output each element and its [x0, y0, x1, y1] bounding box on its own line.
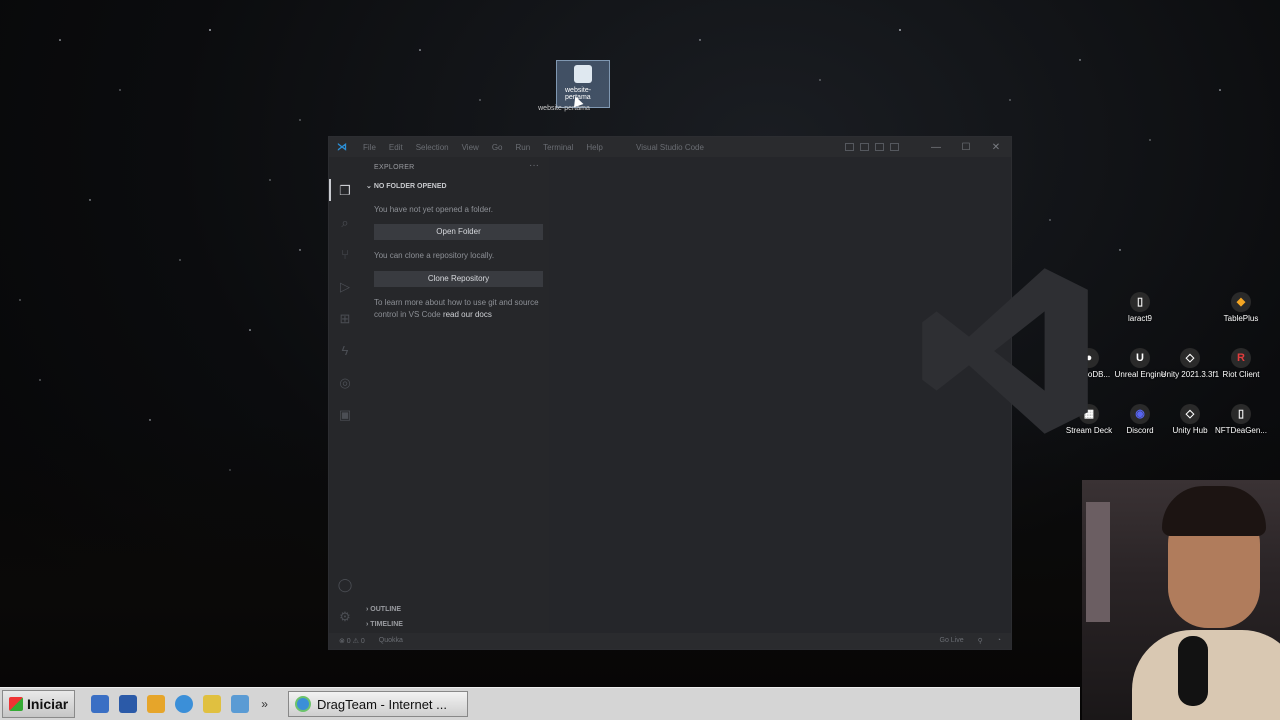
menu-view[interactable]: View [462, 143, 479, 152]
files-icon[interactable] [203, 695, 222, 713]
folder-icon [574, 65, 592, 83]
customize-layout-icon[interactable] [890, 143, 899, 151]
menu-file[interactable]: File [363, 143, 376, 152]
network-icon[interactable] [119, 695, 138, 713]
webcam-overlay [1082, 480, 1280, 720]
person-hair [1162, 486, 1266, 536]
acoustic-panel [1086, 502, 1110, 622]
activity-bar: ❐ ⌕ ⑂ ▷ ⊞ ϟ ◎ ▣ ◯ ⚙ [329, 157, 360, 633]
app-icon: ◉ [1130, 404, 1150, 424]
no-folder-section[interactable]: ⌄ NO FOLDER OPENED [366, 182, 447, 190]
explorer-header: EXPLORER [374, 164, 415, 171]
desktop-icon[interactable]: R Riot Client [1211, 348, 1271, 380]
internet-explorer-icon [294, 696, 311, 712]
active-indicator [329, 179, 331, 201]
desktop-icon[interactable]: ◆ TablePlus [1211, 292, 1271, 324]
menu-help[interactable]: Help [586, 143, 602, 152]
extensions-icon[interactable]: ⊞ [337, 311, 353, 327]
toggle-secondary-sidebar-icon[interactable] [875, 143, 884, 151]
outline-section[interactable]: › OUTLINE [366, 606, 401, 613]
minimize-button[interactable]: — [921, 142, 951, 153]
windows-logo-icon [9, 697, 23, 711]
vscode-watermark-icon [922, 268, 1088, 434]
start-label: Iniciar [27, 696, 69, 712]
app-icon: ▯ [1231, 404, 1251, 424]
feedback-icon[interactable]: ⚲ [978, 637, 983, 645]
learn-more-text: To learn more about how to use git and s… [374, 297, 544, 321]
app-icon: R [1231, 348, 1251, 368]
timeline-section[interactable]: › TIMELINE [366, 621, 403, 628]
app-icon[interactable] [231, 695, 250, 713]
no-folder-label: NO FOLDER OPENED [373, 183, 447, 190]
clone-text: You can clone a repository locally. [374, 251, 495, 260]
timeline-label: TIMELINE [370, 621, 403, 628]
menu-terminal[interactable]: Terminal [543, 143, 573, 152]
source-control-icon[interactable]: ⑂ [337, 247, 353, 263]
menu-run[interactable]: Run [515, 143, 530, 152]
show-desktop-icon[interactable] [91, 695, 110, 713]
go-live-button[interactable]: Go Live [940, 637, 964, 645]
folder-app-icon[interactable] [147, 695, 166, 713]
maximize-button[interactable]: ☐ [951, 142, 981, 153]
toggle-panel-icon[interactable] [860, 143, 869, 151]
close-button[interactable]: ✕ [981, 142, 1011, 153]
account-icon[interactable]: ◯ [337, 577, 353, 593]
run-debug-icon[interactable]: ▷ [337, 279, 353, 295]
thunder-client-icon[interactable]: ϟ [337, 343, 353, 359]
status-bar: ⊗ 0 ⚠ 0 Quokka Go Live ⚲ ◔ [329, 633, 1011, 649]
read-docs-link[interactable]: read our docs [443, 310, 492, 319]
desktop-icon[interactable]: ▯ laract9 [1110, 292, 1170, 324]
edge-icon[interactable]: ◎ [337, 375, 353, 391]
title-bar: ⋊ File Edit Selection View Go Run Termin… [329, 137, 1011, 157]
dragged-folder-icon[interactable]: website-pertama [556, 60, 610, 108]
desktop-icon-label: TablePlus [1223, 314, 1259, 323]
menu-selection[interactable]: Selection [416, 143, 449, 152]
outline-label: OUTLINE [370, 606, 402, 613]
notifications-icon[interactable]: ◔ [997, 637, 1001, 645]
chevron-right-icon[interactable]: » [261, 697, 268, 711]
chevron-right-icon: › [366, 621, 369, 628]
no-folder-text: You have not yet opened a folder. [374, 205, 493, 214]
explorer-sidebar: EXPLORER ··· ⌄ NO FOLDER OPENED You have… [360, 157, 549, 633]
app-icon: ◆ [1231, 292, 1251, 312]
vscode-window[interactable]: ⋊ File Edit Selection View Go Run Termin… [328, 136, 1088, 650]
menu-bar: File Edit Selection View Go Run Terminal… [363, 143, 603, 152]
explorer-icon[interactable]: ❐ [337, 183, 353, 199]
menu-edit[interactable]: Edit [389, 143, 403, 152]
editor-area[interactable] [549, 157, 1088, 633]
vscode-logo-icon: ⋊ [337, 141, 347, 153]
desktop-icon-label: Riot Client [1222, 370, 1260, 379]
taskbar: Iniciar » DragTeam - Internet ... [0, 687, 1080, 720]
browser-icon[interactable] [175, 695, 194, 713]
quokka-status[interactable]: Quokka [379, 637, 403, 645]
task-label: DragTeam - Internet ... [316, 696, 447, 712]
app-icon: ▯ [1130, 292, 1150, 312]
gear-icon[interactable]: ⚙ [337, 609, 353, 625]
window-controls: — ☐ ✕ [845, 137, 1011, 157]
desktop-icon[interactable]: ▯ NFTDeaGen... [1211, 404, 1271, 436]
app-icon: ◇ [1180, 348, 1200, 368]
more-actions-icon[interactable]: ··· [529, 160, 539, 171]
chevron-right-icon: › [366, 606, 369, 613]
search-icon[interactable]: ⌕ [337, 215, 353, 231]
app-icon: U [1130, 348, 1150, 368]
quick-launch [91, 695, 250, 713]
chevron-down-icon: ⌄ [366, 183, 372, 190]
menu-go[interactable]: Go [492, 143, 503, 152]
layout-controls [845, 143, 899, 151]
desktop-icon-label: NFTDeaGen... [1214, 426, 1267, 435]
clone-repository-button[interactable]: Clone Repository [374, 271, 543, 287]
microphone [1178, 636, 1208, 706]
start-button[interactable]: Iniciar [2, 690, 76, 718]
toggle-sidebar-icon[interactable] [845, 143, 854, 151]
problems-status[interactable]: ⊗ 0 ⚠ 0 [339, 637, 365, 645]
taskbar-item-internet[interactable]: DragTeam - Internet ... [287, 691, 468, 717]
app-icon: ◇ [1180, 404, 1200, 424]
drag-ghost-label: website-pertama [538, 105, 590, 112]
remote-explorer-icon[interactable]: ▣ [337, 407, 353, 423]
desktop-icon-label: laract9 [1127, 314, 1152, 323]
open-folder-button[interactable]: Open Folder [374, 224, 543, 240]
